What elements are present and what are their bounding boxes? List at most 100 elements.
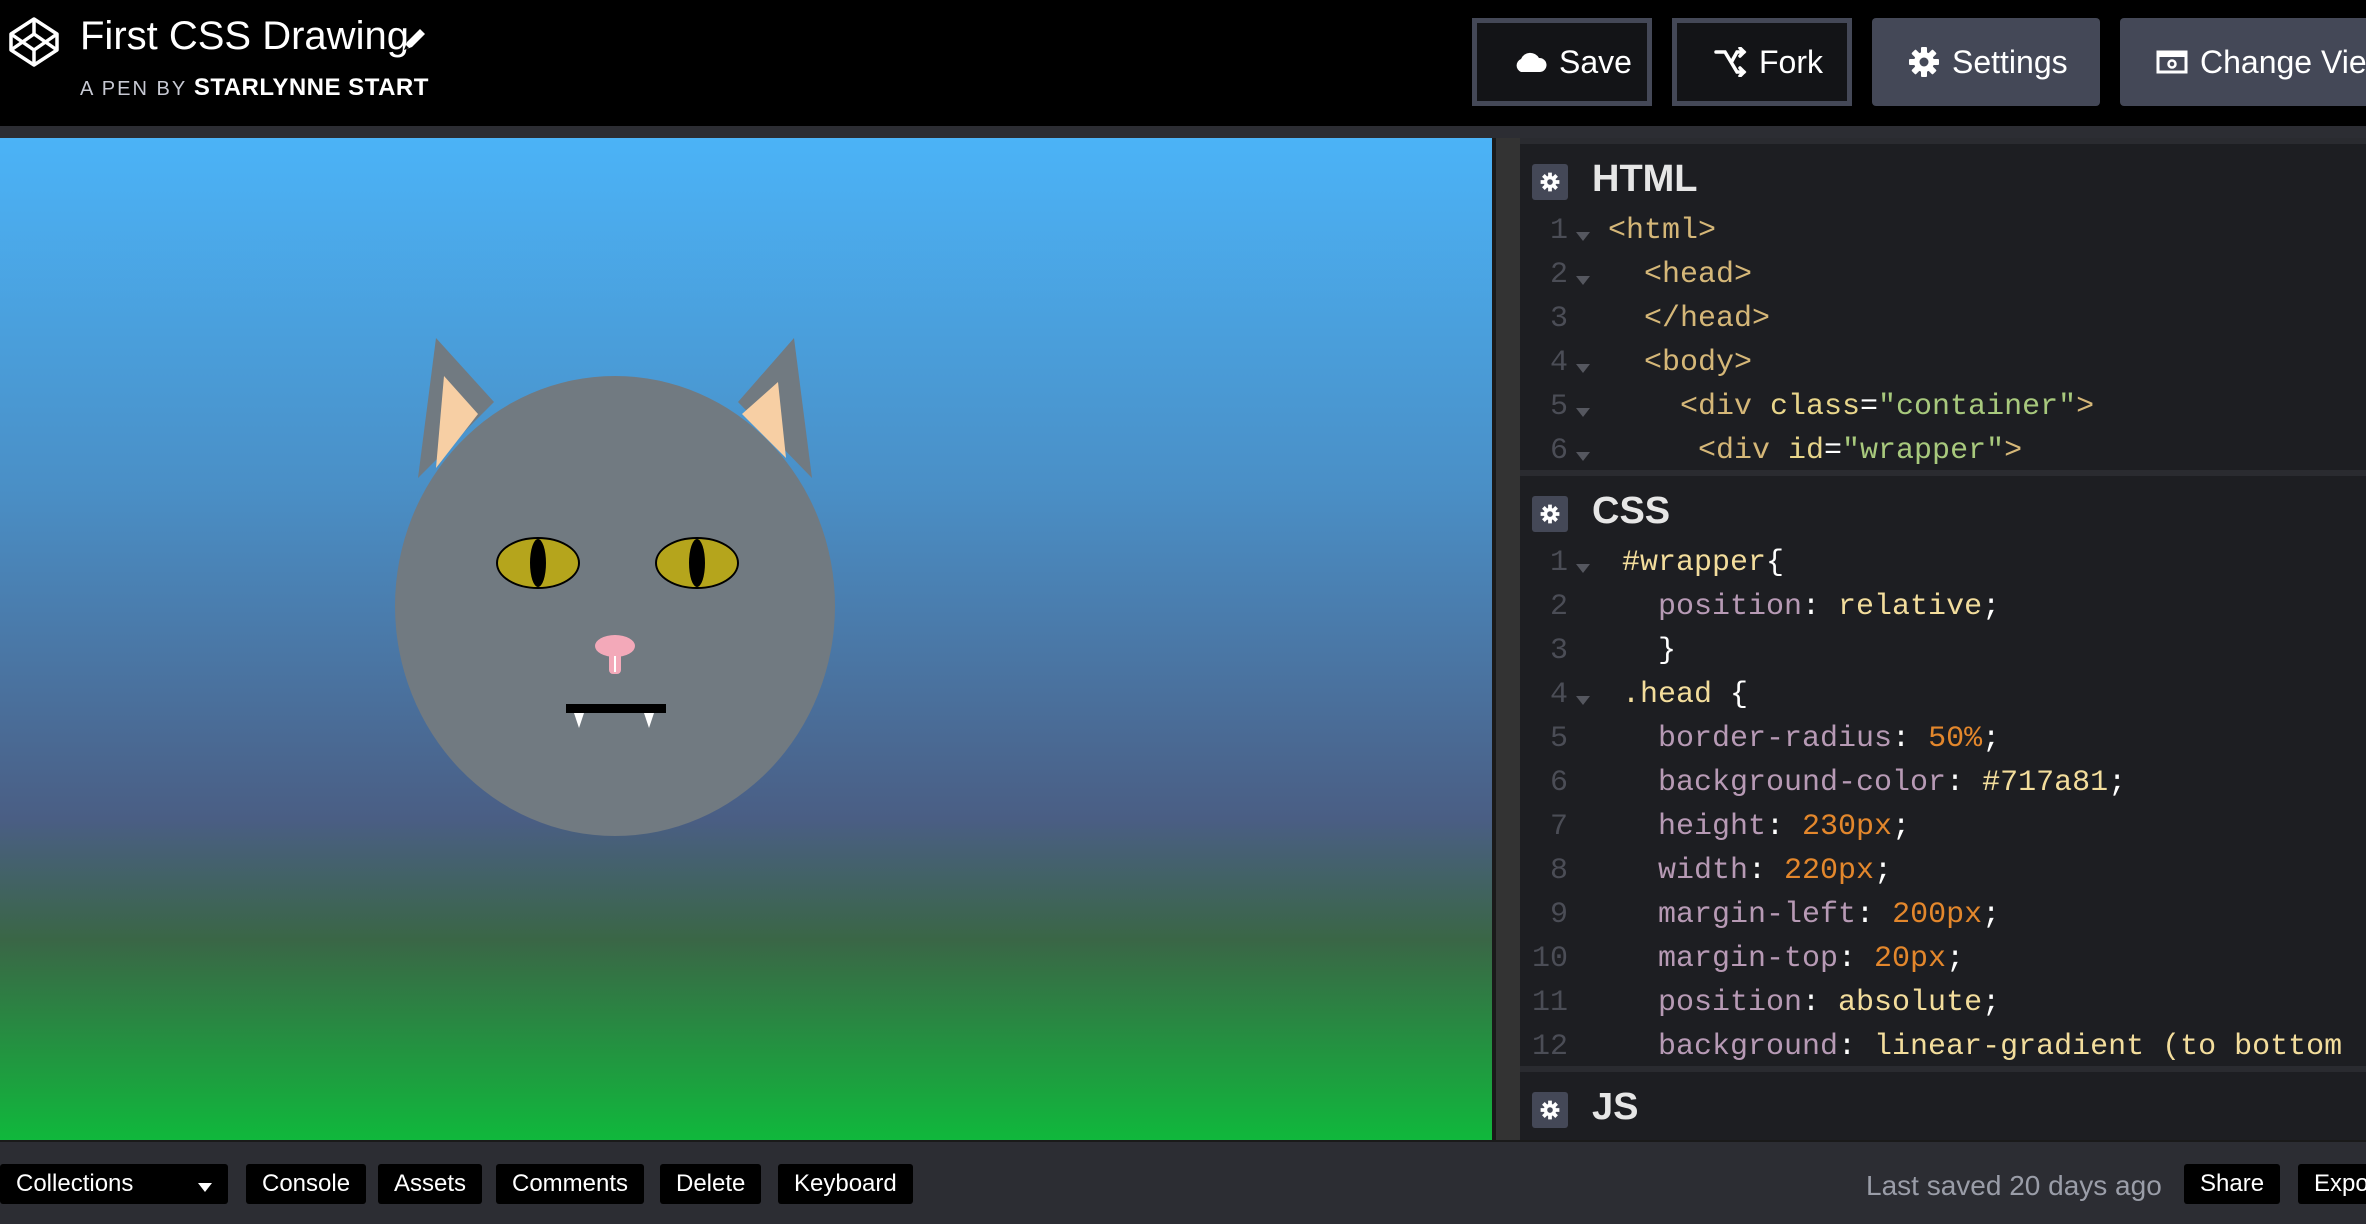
code-token: <html> [1608,214,1717,248]
css-code-area[interactable]: 1 #wrapper{2 position: relative; 3} 4 .head {… [1520,546,2366,1066]
cat-head [395,376,835,836]
line-number: 8 [1549,854,1568,888]
fold-arrow-icon[interactable] [1576,564,1590,573]
code-token: ; [1982,986,2001,1020]
code-token: ; [1892,810,1911,844]
assets-button[interactable]: Assets [378,1164,483,1204]
js-settings-button[interactable] [1532,1092,1568,1128]
code-line[interactable]: 7 height: 230px; [1520,810,2366,854]
css-editor[interactable]: CSS 1 #wrapper{2 position: relative; 3} 4 .he… [1520,470,2366,1066]
line-number: 2 [1549,590,1568,624]
fold-arrow-icon[interactable] [1576,232,1590,241]
fold-arrow-icon[interactable] [1576,408,1590,417]
code-line[interactable]: 6 <div id="wrapper"> [1520,434,2366,474]
pencil-icon[interactable] [400,24,430,54]
line-number: 2 [1549,258,1568,292]
code-token: position [1658,590,1803,624]
fold-arrow-icon[interactable] [1576,452,1590,461]
html-code-area[interactable]: 1 <html> 2 <head> 3 </head> 4 <body> 5 <div class… [1520,214,2366,474]
code-line[interactable]: 12 background: linear-gradient (to bottom [1520,1030,2366,1066]
code-text: <div class="container"> [1680,390,2094,424]
settings-button[interactable]: Settings [1872,18,2100,106]
code-line[interactable]: 1 #wrapper{ [1520,546,2366,590]
line-number: 9 [1549,898,1568,932]
pen-byline: A PEN BY STARLYNNE START [80,74,429,102]
code-token: margin-top [1658,942,1839,976]
change-view-button[interactable]: Change View [2120,18,2366,106]
css-settings-button[interactable] [1532,496,1568,532]
caret-down-icon [198,1182,212,1192]
pen-title[interactable]: First CSS Drawing [80,14,409,59]
code-text: #wrapper{ [1622,546,1784,580]
code-line[interactable]: 5 border-radius: 50%; [1520,722,2366,766]
result-preview[interactable] [0,138,1492,1140]
code-line[interactable]: 9 margin-left: 200px; [1520,898,2366,942]
fold-arrow-icon[interactable] [1576,696,1590,705]
line-number: 4 [1549,346,1568,380]
html-editor-header: HTML [1520,138,2366,210]
editor-resize-handle[interactable] [1492,138,1520,1140]
code-line[interactable]: 4 .head { [1520,678,2366,722]
code-line[interactable]: 3} [1520,634,2366,678]
code-line[interactable]: 4 <body> [1520,346,2366,390]
code-line[interactable]: 10 margin-top: 20px; [1520,942,2366,986]
comments-button[interactable]: Comments [496,1164,645,1204]
gear-icon [1540,504,1560,524]
code-line[interactable]: 1 <html> [1520,214,2366,258]
console-button[interactable]: Console [246,1164,367,1204]
code-line[interactable]: 3 </head> [1520,302,2366,346]
js-editor[interactable]: JS [1520,1066,2366,1140]
code-text: <body> [1644,346,1752,380]
delete-button[interactable]: Delete [660,1164,762,1204]
code-line[interactable]: 2 <head> [1520,258,2366,302]
html-editor[interactable]: HTML 1 <html> 2 <head> 3 </head> 4 <body> 5 <div … [1520,138,2366,474]
code-token: ; [1982,590,2001,624]
html-settings-button[interactable] [1532,164,1568,200]
code-text: <head> [1644,258,1752,292]
save-label: Save [1559,43,1632,80]
fold-arrow-icon[interactable] [1576,364,1590,373]
code-line[interactable]: 6 background-color: #717a81; [1520,766,2366,810]
view-layout-icon [2156,50,2188,74]
export-button[interactable]: Export [2298,1164,2366,1204]
line-number: 3 [1549,634,1568,668]
fork-icon [1714,47,1747,77]
code-line[interactable]: 5 <div class="container"> [1520,390,2366,434]
line-number: 3 [1549,302,1568,336]
gear-icon [1540,1100,1560,1120]
keyboard-button[interactable]: Keyboard [778,1164,913,1204]
code-text: margin-left: 200px; [1658,898,2000,932]
code-token: { [1712,678,1749,712]
fold-arrow-icon[interactable] [1576,276,1590,285]
code-text: position: absolute; [1658,986,2000,1020]
code-token: <body> [1644,346,1753,380]
code-token: : [1892,722,1929,756]
line-number: 1 [1549,214,1568,248]
line-number: 5 [1549,722,1568,756]
fork-button[interactable]: Fork [1672,18,1852,106]
fork-label: Fork [1759,43,1823,80]
code-token: <div [1698,434,1789,468]
js-editor-header: JS [1520,1066,2366,1138]
code-line[interactable]: 11 position: absolute; [1520,986,2366,1030]
collections-dropdown[interactable]: Collections [0,1164,228,1204]
save-button[interactable]: Save [1472,18,1652,106]
gear-icon [1909,47,1939,77]
code-token: absolute [1838,986,1983,1020]
code-line[interactable]: 8 width: 220px; [1520,854,2366,898]
code-token: = [1860,390,1879,424]
cat-left-pupil [530,539,546,587]
code-token: id [1788,434,1825,468]
line-number: 7 [1549,810,1568,844]
code-token: ; [1874,854,1893,888]
code-line[interactable]: 2 position: relative; [1520,590,2366,634]
code-token: position [1658,986,1803,1020]
code-token: border-radius [1658,722,1893,756]
author-link[interactable]: STARLYNNE START [194,74,429,101]
share-button[interactable]: Share [2184,1164,2281,1204]
code-token: #wrapper [1622,546,1767,580]
line-number: 12 [1531,1030,1568,1064]
code-token: #717a81 [1982,766,2109,800]
code-token: : [1946,766,1983,800]
codepen-logo-icon[interactable] [8,16,60,68]
